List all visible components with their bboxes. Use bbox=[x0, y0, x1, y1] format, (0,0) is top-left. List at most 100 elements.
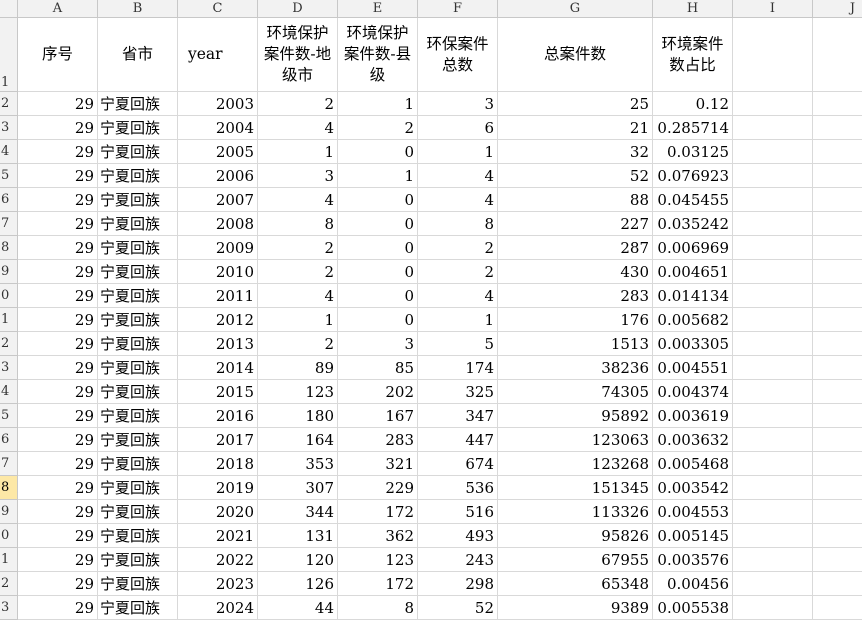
table-cell[interactable]: 0.005468 bbox=[653, 452, 733, 476]
empty-cell[interactable] bbox=[733, 428, 813, 452]
table-cell[interactable]: 29 bbox=[18, 332, 98, 356]
table-cell[interactable]: 29 bbox=[18, 284, 98, 308]
table-cell[interactable]: 95892 bbox=[498, 404, 653, 428]
table-cell[interactable]: 29 bbox=[18, 356, 98, 380]
table-cell[interactable]: 9389 bbox=[498, 596, 653, 620]
table-cell[interactable]: 174 bbox=[418, 356, 498, 380]
table-cell[interactable]: 131 bbox=[258, 524, 338, 548]
empty-cell[interactable] bbox=[733, 404, 813, 428]
table-cell[interactable]: 宁夏回族 bbox=[98, 356, 178, 380]
row-header[interactable]: 7 bbox=[0, 452, 18, 476]
empty-cell[interactable] bbox=[733, 284, 813, 308]
table-cell[interactable]: 180 bbox=[258, 404, 338, 428]
column-header-c[interactable]: C bbox=[178, 0, 258, 18]
table-cell[interactable]: 宁夏回族 bbox=[98, 332, 178, 356]
table-cell[interactable]: 447 bbox=[418, 428, 498, 452]
table-cell[interactable]: 29 bbox=[18, 236, 98, 260]
table-cell[interactable]: 宁夏回族 bbox=[98, 548, 178, 572]
table-cell[interactable]: 0 bbox=[338, 212, 418, 236]
table-cell[interactable]: 0.045455 bbox=[653, 188, 733, 212]
table-cell[interactable]: 307 bbox=[258, 476, 338, 500]
table-cell[interactable]: 2007 bbox=[178, 188, 258, 212]
table-cell[interactable]: 2 bbox=[418, 236, 498, 260]
table-cell[interactable]: 321 bbox=[338, 452, 418, 476]
table-cell[interactable]: 0 bbox=[338, 140, 418, 164]
row-header[interactable]: 3 bbox=[0, 596, 18, 620]
table-cell[interactable]: 229 bbox=[338, 476, 418, 500]
table-cell[interactable]: 宁夏回族 bbox=[98, 524, 178, 548]
table-cell[interactable]: 宁夏回族 bbox=[98, 572, 178, 596]
table-cell[interactable]: 宁夏回族 bbox=[98, 92, 178, 116]
empty-cell[interactable] bbox=[813, 332, 862, 356]
empty-cell[interactable] bbox=[813, 188, 862, 212]
table-cell[interactable]: 123 bbox=[338, 548, 418, 572]
empty-cell[interactable] bbox=[733, 500, 813, 524]
table-cell[interactable]: 4 bbox=[258, 284, 338, 308]
table-cell[interactable]: 52 bbox=[498, 164, 653, 188]
table-cell[interactable]: 1 bbox=[418, 308, 498, 332]
table-cell[interactable]: 2016 bbox=[178, 404, 258, 428]
table-cell[interactable]: 29 bbox=[18, 548, 98, 572]
table-cell[interactable]: 674 bbox=[418, 452, 498, 476]
table-cell[interactable]: 227 bbox=[498, 212, 653, 236]
empty-cell[interactable] bbox=[813, 356, 862, 380]
table-cell[interactable]: 宁夏回族 bbox=[98, 164, 178, 188]
table-cell[interactable]: 0.004374 bbox=[653, 380, 733, 404]
table-cell[interactable]: 65348 bbox=[498, 572, 653, 596]
table-cell[interactable]: 0 bbox=[338, 260, 418, 284]
table-cell[interactable]: 2021 bbox=[178, 524, 258, 548]
table-cell[interactable]: 29 bbox=[18, 572, 98, 596]
table-cell[interactable]: 29 bbox=[18, 428, 98, 452]
table-cell[interactable]: 2012 bbox=[178, 308, 258, 332]
table-cell[interactable]: 2011 bbox=[178, 284, 258, 308]
table-cell[interactable]: 74305 bbox=[498, 380, 653, 404]
table-cell[interactable]: 29 bbox=[18, 188, 98, 212]
empty-cell[interactable] bbox=[733, 356, 813, 380]
empty-cell[interactable] bbox=[733, 476, 813, 500]
empty-cell[interactable] bbox=[813, 212, 862, 236]
empty-cell[interactable] bbox=[733, 452, 813, 476]
table-cell[interactable]: 29 bbox=[18, 452, 98, 476]
table-cell[interactable]: 3 bbox=[338, 332, 418, 356]
empty-cell[interactable] bbox=[813, 500, 862, 524]
table-cell[interactable]: 4 bbox=[418, 284, 498, 308]
empty-cell[interactable] bbox=[813, 428, 862, 452]
table-cell[interactable]: 8 bbox=[338, 596, 418, 620]
table-cell[interactable]: 88 bbox=[498, 188, 653, 212]
table-cell[interactable]: 2010 bbox=[178, 260, 258, 284]
header-cell[interactable]: 环境保护案件数-县级 bbox=[338, 18, 418, 92]
table-cell[interactable]: 29 bbox=[18, 476, 98, 500]
table-cell[interactable]: 4 bbox=[418, 164, 498, 188]
table-cell[interactable]: 123 bbox=[258, 380, 338, 404]
table-cell[interactable]: 8 bbox=[258, 212, 338, 236]
row-header[interactable]: 8 bbox=[0, 476, 18, 500]
table-cell[interactable]: 1 bbox=[258, 308, 338, 332]
table-cell[interactable]: 8 bbox=[418, 212, 498, 236]
table-cell[interactable]: 2 bbox=[418, 260, 498, 284]
header-cell[interactable]: 环保案件总数 bbox=[418, 18, 498, 92]
table-cell[interactable]: 21 bbox=[498, 116, 653, 140]
row-header[interactable]: 3 bbox=[0, 356, 18, 380]
column-header-e[interactable]: E bbox=[338, 0, 418, 18]
table-cell[interactable]: 44 bbox=[258, 596, 338, 620]
table-cell[interactable]: 325 bbox=[418, 380, 498, 404]
row-header[interactable]: 7 bbox=[0, 212, 18, 236]
table-cell[interactable]: 0.035242 bbox=[653, 212, 733, 236]
table-cell[interactable]: 2019 bbox=[178, 476, 258, 500]
empty-cell[interactable] bbox=[733, 164, 813, 188]
table-cell[interactable]: 29 bbox=[18, 212, 98, 236]
table-cell[interactable]: 298 bbox=[418, 572, 498, 596]
row-header[interactable]: 0 bbox=[0, 524, 18, 548]
table-cell[interactable]: 29 bbox=[18, 380, 98, 404]
empty-cell[interactable] bbox=[733, 212, 813, 236]
empty-cell[interactable] bbox=[813, 548, 862, 572]
row-header[interactable]: 6 bbox=[0, 428, 18, 452]
table-cell[interactable]: 0 bbox=[338, 284, 418, 308]
table-cell[interactable]: 宁夏回族 bbox=[98, 596, 178, 620]
empty-cell[interactable] bbox=[733, 140, 813, 164]
empty-cell[interactable] bbox=[813, 18, 862, 92]
table-cell[interactable]: 362 bbox=[338, 524, 418, 548]
row-header[interactable]: 1 bbox=[0, 308, 18, 332]
table-cell[interactable]: 0.003542 bbox=[653, 476, 733, 500]
empty-cell[interactable] bbox=[813, 452, 862, 476]
